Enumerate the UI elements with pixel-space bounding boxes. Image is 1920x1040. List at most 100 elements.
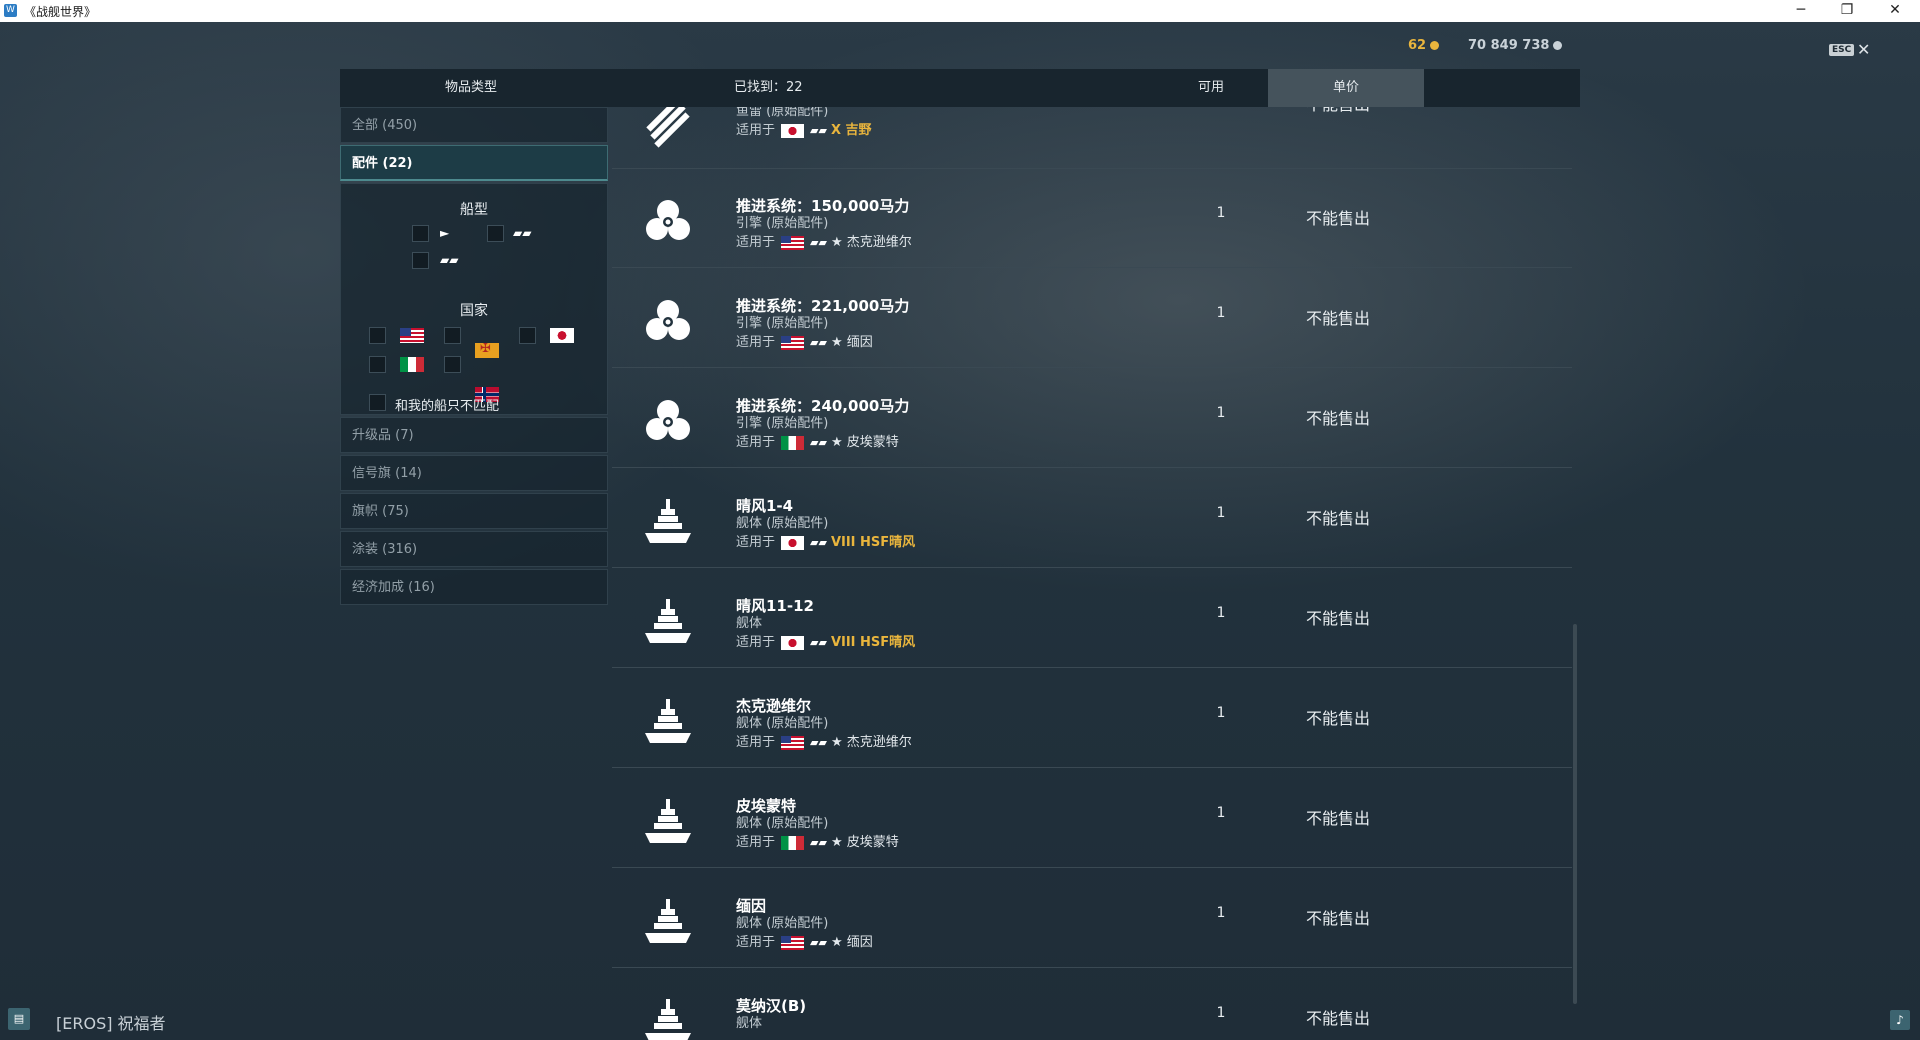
credits-icon xyxy=(1553,41,1563,50)
jp-flag-icon xyxy=(781,635,805,650)
item-applies-to: 适用于 ▰▰ VIII HSF晴风 xyxy=(736,531,915,550)
item-available: 1 xyxy=(1216,905,1226,921)
ship-name: X 吉野 xyxy=(830,123,872,138)
category-modules[interactable]: 配件 (22) xyxy=(340,145,608,181)
filter-panel: 船型 ► ▰▰ ▰▰ 国家 和我的船只不匹配 xyxy=(340,183,608,415)
item-price: 不能售出 xyxy=(1306,709,1371,728)
item-row[interactable]: 皮埃蒙特 舰体 (原始配件) 适用于 ▰▰ ★ 皮埃蒙特 1 不能售出 xyxy=(612,769,1572,868)
category-signals[interactable]: 信号旗 (14) xyxy=(340,455,608,491)
item-available: 1 xyxy=(1216,305,1226,321)
filter-battleship-checkbox[interactable] xyxy=(487,225,504,242)
item-available: 1 xyxy=(1216,805,1226,821)
hull-icon xyxy=(640,993,696,1040)
item-row[interactable]: 鱼雷 (原始配件)适用于▰▰X 吉野1不能售出 xyxy=(612,107,1572,169)
item-applies-to: 适用于 ▰▰ ★ 缅因 xyxy=(736,331,873,350)
item-type: 舰体 (原始配件) xyxy=(736,516,829,531)
no-match-checkbox[interactable] xyxy=(369,394,386,411)
propeller-icon xyxy=(640,193,696,249)
no-match-label: 和我的船只不匹配 xyxy=(395,399,500,414)
applies-label: 适用于 xyxy=(736,835,776,850)
ship-class-icon: ▰▰ xyxy=(810,124,827,137)
jp-flag-icon xyxy=(781,535,805,550)
filter-cruiser-checkbox[interactable] xyxy=(412,252,429,269)
category-upgrades[interactable]: 升级品 (7) xyxy=(340,417,608,453)
ship-class-icon: ▰▰ xyxy=(810,436,827,449)
restore-button[interactable]: ❐ xyxy=(1824,0,1870,22)
item-price: 不能售出 xyxy=(1306,1009,1371,1028)
item-available: 1 xyxy=(1216,1005,1226,1021)
item-row[interactable]: 晴风1-4 舰体 (原始配件) 适用于 ▰▰ VIII HSF晴风 1 不能售出 xyxy=(612,469,1572,568)
bell-icon[interactable]: ♪ xyxy=(1890,1010,1910,1030)
filter-usa-checkbox[interactable] xyxy=(369,327,386,344)
item-price: 不能售出 xyxy=(1306,909,1371,928)
esc-key-hint[interactable]: ESC xyxy=(1829,44,1855,56)
item-price: 不能售出 xyxy=(1306,309,1371,328)
ship-name: VIII HSF晴风 xyxy=(830,635,916,650)
hull-icon xyxy=(640,493,696,549)
category-all[interactable]: 全部 (450) xyxy=(340,107,608,143)
item-list[interactable]: 鱼雷 (原始配件)适用于▰▰X 吉野1不能售出推进系统：150,000马力引擎 … xyxy=(612,107,1572,1040)
cruiser-icon: ▰▰ xyxy=(440,253,459,267)
item-type: 舰体 (原始配件) xyxy=(736,816,829,831)
item-type: 引擎 (原始配件) xyxy=(736,316,829,331)
filter-norway-checkbox[interactable] xyxy=(444,356,461,373)
it-flag-icon xyxy=(781,435,805,450)
category-column-header: 物品类型 xyxy=(445,80,498,95)
item-type: 鱼雷 (原始配件) xyxy=(736,107,829,119)
filter-japan-checkbox[interactable] xyxy=(519,327,536,344)
filter-pan-asia-checkbox[interactable] xyxy=(444,327,461,344)
price-column-header[interactable]: 单价 xyxy=(1268,69,1424,107)
ship-name: ★ 杰克逊维尔 xyxy=(830,235,912,250)
it-flag-icon xyxy=(781,835,805,850)
app-icon: W xyxy=(4,4,17,17)
list-scrollbar[interactable] xyxy=(1573,624,1577,1004)
item-price: 不能售出 xyxy=(1306,209,1371,228)
window-titlebar: W 《战舰世界》 ─ ❐ ✕ xyxy=(0,0,1920,22)
item-type: 舰体 (原始配件) xyxy=(736,916,829,931)
filter-italy-checkbox[interactable] xyxy=(369,356,386,373)
credits-balance: 70 849 738 xyxy=(1468,38,1563,53)
item-available: 1 xyxy=(1216,405,1226,421)
item-applies-to: 适用于 ▰▰ ★ 杰克逊维尔 xyxy=(736,231,912,250)
item-row[interactable]: 缅因 舰体 (原始配件) 适用于 ▰▰ ★ 缅因 1 不能售出 xyxy=(612,869,1572,968)
torpedo-icon xyxy=(640,107,696,155)
us-flag-icon xyxy=(781,235,805,250)
minimize-button[interactable]: ─ xyxy=(1778,0,1824,22)
applies-label: 适用于 xyxy=(736,935,776,950)
item-available: 1 xyxy=(1216,505,1226,521)
gold-balance: 62 xyxy=(1408,38,1440,53)
applies-label: 适用于 xyxy=(736,123,776,138)
window-title: 《战舰世界》 xyxy=(24,5,97,19)
player-name[interactable]: [EROS] 祝福者 xyxy=(56,1010,166,1034)
italy-flag-icon xyxy=(400,357,424,372)
item-row[interactable]: 推进系统：240,000马力 引擎 (原始配件) 适用于 ▰▰ ★ 皮埃蒙特 1 不能售出 xyxy=(612,369,1572,468)
applies-label: 适用于 xyxy=(736,635,776,650)
category-camouflage[interactable]: 涂装 (316) xyxy=(340,531,608,567)
category-flags[interactable]: 旗帜 (75) xyxy=(340,493,608,529)
item-price: 不能售出 xyxy=(1306,509,1371,528)
ship-type-title: 船型 xyxy=(460,202,488,218)
category-economic-boosters[interactable]: 经济加成 (16) xyxy=(340,569,608,605)
item-row[interactable]: 杰克逊维尔 舰体 (原始配件) 适用于 ▰▰ ★ 杰克逊维尔 1 不能售出 xyxy=(612,669,1572,768)
item-type: 舰体 xyxy=(736,616,763,631)
ship-class-icon: ▰▰ xyxy=(810,836,827,849)
item-row[interactable]: 莫纳汉(B) 舰体 1 不能售出 xyxy=(612,969,1572,1040)
item-row[interactable]: 推进系统：150,000马力 引擎 (原始配件) 适用于 ▰▰ ★ 杰克逊维尔 1 不能售出 xyxy=(612,169,1572,268)
ship-name: ★ 皮埃蒙特 xyxy=(830,835,899,850)
usa-flag-icon xyxy=(400,328,424,343)
item-row[interactable]: 推进系统：221,000马力 引擎 (原始配件) 适用于 ▰▰ ★ 缅因 1 不能售出 xyxy=(612,269,1572,368)
item-row[interactable]: 晴风11-12 舰体 适用于 ▰▰ VIII HSF晴风 1 不能售出 xyxy=(612,569,1572,668)
item-type: 舰体 xyxy=(736,1016,763,1031)
close-icon[interactable]: ✕ xyxy=(1857,40,1870,59)
ship-class-icon: ▰▰ xyxy=(810,736,827,749)
ship-class-icon: ▰▰ xyxy=(810,236,827,249)
window-close-button[interactable]: ✕ xyxy=(1872,0,1918,22)
available-column-header[interactable]: 可用 xyxy=(1198,69,1224,107)
filter-destroyer-checkbox[interactable] xyxy=(412,225,429,242)
chat-icon[interactable]: ▤ xyxy=(8,1008,30,1030)
item-applies-to: 适用于 ▰▰ ★ 杰克逊维尔 xyxy=(736,731,912,750)
category-sidebar: 全部 (450) 配件 (22) 船型 ► ▰▰ ▰▰ 国家 和我的船只不匹配 … xyxy=(340,107,608,607)
propeller-icon xyxy=(640,393,696,449)
battleship-icon: ▰▰ xyxy=(513,226,532,240)
ship-class-icon: ▰▰ xyxy=(810,936,827,949)
